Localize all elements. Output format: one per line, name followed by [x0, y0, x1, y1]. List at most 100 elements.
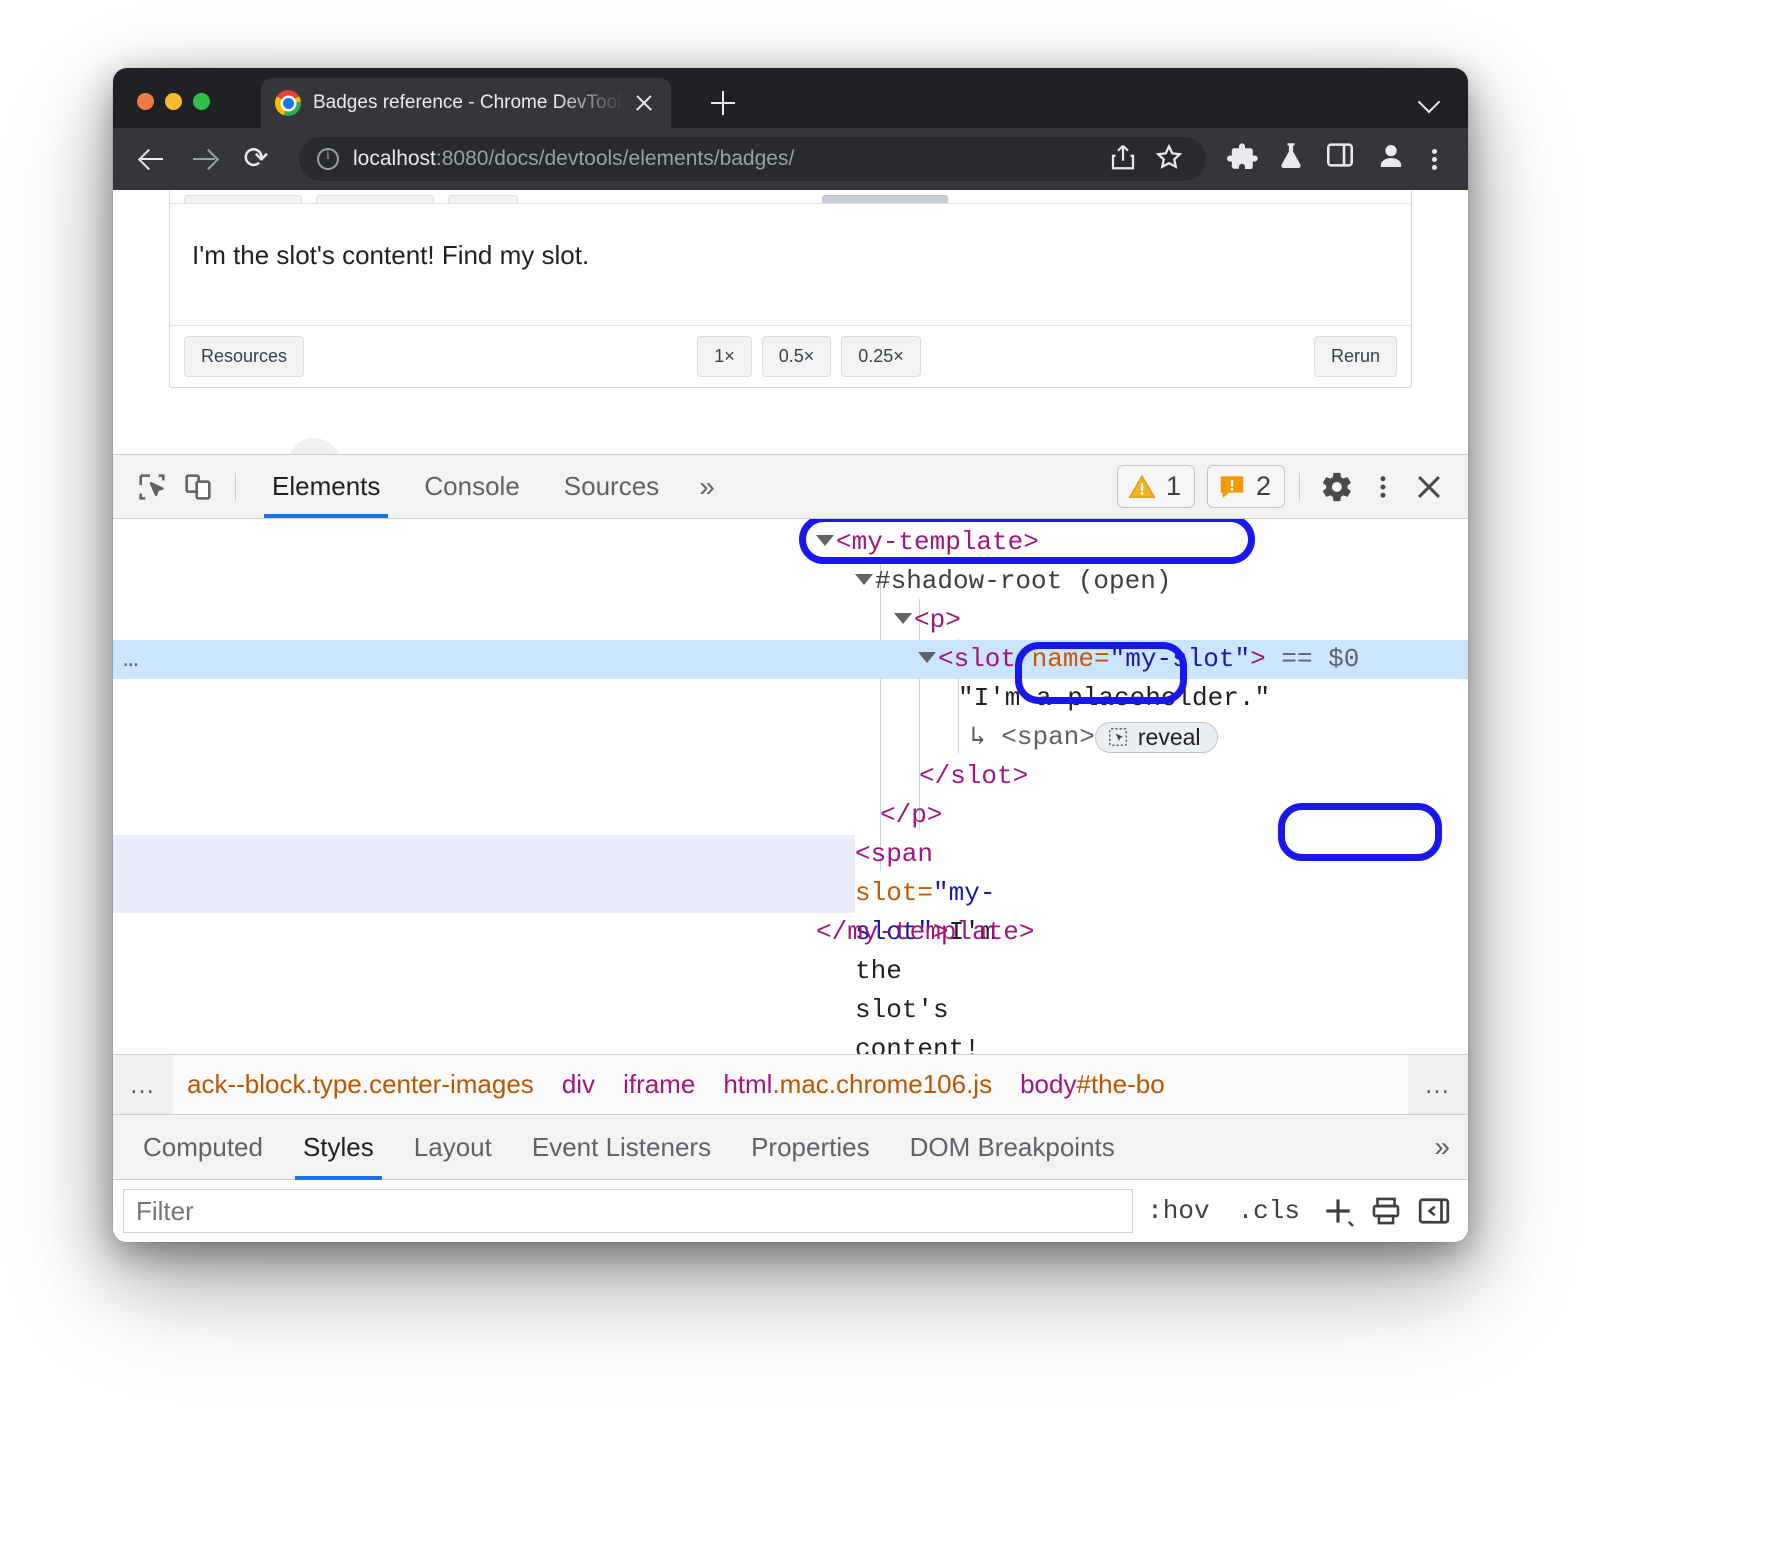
- devtools-toolbar: Elements Console Sources » 1: [113, 455, 1468, 519]
- reload-icon[interactable]: ⟳: [235, 138, 277, 180]
- dom-row[interactable]: "I'm a placeholder.": [113, 679, 1468, 718]
- resources-button[interactable]: Resources: [184, 336, 304, 377]
- tab-dom-breakpoints[interactable]: DOM Breakpoints: [890, 1115, 1135, 1179]
- breadcrumb-overflow-left[interactable]: …: [113, 1055, 173, 1114]
- dom-row-selected[interactable]: … <slot name="my-slot"> == $0: [113, 640, 1468, 679]
- browser-tab[interactable]: Badges reference - Chrome DevTools: [261, 78, 671, 128]
- warning-count-button[interactable]: 1: [1117, 465, 1195, 508]
- expand-triangle-icon[interactable]: [894, 613, 912, 624]
- breadcrumb-item[interactable]: iframe: [609, 1069, 709, 1100]
- tab-properties[interactable]: Properties: [731, 1115, 890, 1179]
- dom-row-slotted[interactable]: <span slot="my-slot">I'm the slot's cont…: [113, 835, 855, 913]
- styles-pane-tab-list: Computed Styles Layout Event Listeners P…: [113, 1114, 1468, 1180]
- arrow-right-icon[interactable]: [183, 138, 225, 180]
- chevron-down-icon[interactable]: [1418, 90, 1440, 112]
- browser-window: Badges reference - Chrome DevTools ⟳ loc…: [113, 68, 1468, 1242]
- dom-tag: </p>: [880, 800, 942, 830]
- demo-tab-ghost[interactable]: [448, 195, 518, 203]
- close-window-button[interactable]: [137, 93, 154, 110]
- demo-card: I'm the slot's content! Find my slot. Re…: [169, 190, 1412, 388]
- row-overflow-ellipsis[interactable]: …: [123, 640, 141, 679]
- dom-row[interactable]: ↳ <span>reveal: [113, 718, 1468, 757]
- filter-input[interactable]: [123, 1189, 1133, 1233]
- breadcrumb-item[interactable]: ack--block.type.center-images: [173, 1069, 548, 1100]
- expand-triangle-icon[interactable]: [918, 652, 936, 663]
- star-icon[interactable]: [1154, 142, 1188, 176]
- address-bar-url: localhost:8080/docs/devtools/elements/ba…: [353, 147, 1096, 171]
- share-icon[interactable]: [1108, 142, 1142, 176]
- browser-tab-title: Badges reference - Chrome DevTools: [313, 92, 625, 114]
- more-sidebar-tabs-icon[interactable]: »: [1416, 1115, 1468, 1179]
- dom-attr-name: name: [1032, 644, 1094, 674]
- demo-tab-ghost[interactable]: [316, 195, 434, 203]
- shadow-root-label: #shadow-root (open): [875, 566, 1171, 596]
- dom-attr-eq: =: [917, 878, 933, 908]
- dom-row[interactable]: <p>: [113, 601, 1468, 640]
- hov-toggle[interactable]: :hov: [1133, 1196, 1223, 1226]
- breadcrumb-overflow-right[interactable]: …: [1408, 1055, 1468, 1114]
- reveal-badge[interactable]: reveal: [1095, 722, 1218, 753]
- maximize-window-button[interactable]: [193, 93, 210, 110]
- plus-icon[interactable]: [1314, 1187, 1362, 1235]
- breadcrumb: … ack--block.type.center-images div ifra…: [113, 1054, 1468, 1114]
- demo-tab-ghost-active[interactable]: [822, 195, 948, 203]
- tab-elements[interactable]: Elements: [250, 455, 402, 518]
- breadcrumb-item[interactable]: div: [548, 1069, 609, 1100]
- cls-toggle[interactable]: .cls: [1224, 1196, 1314, 1226]
- dom-row[interactable]: #shadow-root (open): [113, 562, 1468, 601]
- tab-layout[interactable]: Layout: [394, 1115, 512, 1179]
- new-tab-button[interactable]: [705, 85, 741, 121]
- demo-tab-ghost[interactable]: [184, 195, 302, 203]
- tab-computed[interactable]: Computed: [123, 1115, 283, 1179]
- side-panel-icon[interactable]: [1324, 139, 1364, 179]
- tab-console[interactable]: Console: [402, 455, 541, 518]
- extensions-puzzle-icon[interactable]: [1224, 139, 1264, 179]
- dom-tree: <my-template> #shadow-root (open) <p> … …: [113, 519, 1468, 1054]
- zoom-05x-button[interactable]: 0.5×: [762, 336, 832, 377]
- breadcrumb-element: iframe: [623, 1069, 695, 1099]
- dom-attr-eq: =: [1094, 644, 1110, 674]
- more-tabs-icon[interactable]: »: [681, 455, 733, 518]
- issue-bubble-icon: [1217, 472, 1247, 502]
- dom-attr-name: slot: [855, 878, 917, 908]
- breadcrumb-class: #the-bo: [1076, 1069, 1164, 1099]
- expand-triangle-icon[interactable]: [855, 574, 873, 585]
- info-circle-icon[interactable]: [317, 148, 339, 170]
- issues-count: 2: [1256, 471, 1271, 502]
- dom-tag: <my-template>: [836, 527, 1039, 557]
- gear-icon[interactable]: [1314, 464, 1360, 510]
- close-icon[interactable]: [631, 90, 657, 116]
- inspect-element-icon[interactable]: [129, 464, 175, 510]
- arrow-left-icon[interactable]: [131, 138, 173, 180]
- breadcrumb-item[interactable]: body#the-bo: [1006, 1069, 1179, 1100]
- expand-triangle-icon[interactable]: [816, 535, 834, 546]
- rerun-button[interactable]: Rerun: [1314, 336, 1397, 377]
- dom-row[interactable]: </p>: [113, 796, 1468, 835]
- tab-styles[interactable]: Styles: [283, 1115, 394, 1179]
- close-icon[interactable]: [1406, 464, 1452, 510]
- experiments-flask-icon[interactable]: [1274, 139, 1314, 179]
- kebab-menu-icon[interactable]: [1360, 464, 1406, 510]
- device-toolbar-icon[interactable]: [175, 464, 221, 510]
- window-controls: [137, 93, 210, 110]
- zoom-025x-button[interactable]: 0.25×: [841, 336, 921, 377]
- tab-event-listeners[interactable]: Event Listeners: [512, 1115, 731, 1179]
- dom-row[interactable]: </slot>: [113, 757, 1468, 796]
- dom-row[interactable]: <my-template>: [113, 523, 1468, 562]
- dom-row[interactable]: </my-template>: [113, 913, 1468, 952]
- profile-avatar-icon[interactable]: [1374, 139, 1414, 179]
- breadcrumb-item[interactable]: html.mac.chrome106.js: [709, 1069, 1006, 1100]
- zoom-1x-button[interactable]: 1×: [697, 336, 752, 377]
- minimize-window-button[interactable]: [165, 93, 182, 110]
- browser-toolbar: ⟳ localhost:8080/docs/devtools/elements/…: [113, 128, 1468, 190]
- devtools-panel: Elements Console Sources » 1: [113, 454, 1468, 1242]
- show-sidebar-icon[interactable]: [1410, 1187, 1458, 1235]
- kebab-menu-icon[interactable]: [1420, 139, 1450, 179]
- computed-styles-icon[interactable]: [1362, 1187, 1410, 1235]
- warning-triangle-icon: [1127, 472, 1157, 502]
- page-viewport: I'm the slot's content! Find my slot. Re…: [113, 190, 1468, 454]
- tab-sources[interactable]: Sources: [542, 455, 681, 518]
- address-bar[interactable]: localhost:8080/docs/devtools/elements/ba…: [299, 137, 1206, 181]
- zoom-controls: 1× 0.5× 0.25×: [697, 336, 921, 377]
- issues-count-button[interactable]: 2: [1207, 465, 1285, 508]
